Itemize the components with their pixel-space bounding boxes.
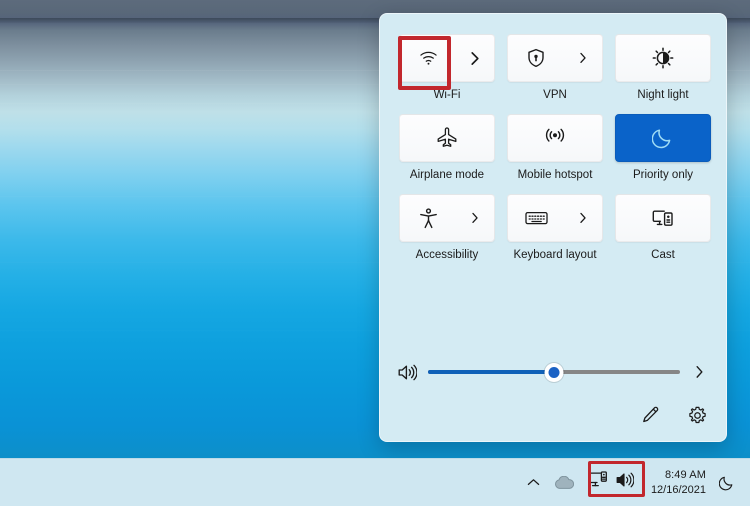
cloud-icon[interactable] [547,468,581,498]
quick-tile-keyboard-layout[interactable]: Keyboard layout [507,194,603,262]
taskbar: 8:49 AM 12/16/2021 [0,458,750,506]
volume-slider[interactable] [428,362,680,382]
quick-tile-mobile-hotspot-button[interactable] [507,114,603,162]
quick-tile-mobile-hotspot[interactable]: Mobile hotspot [507,114,603,182]
cast-icon [652,208,674,228]
quick-settings-tile-grid: Wi-Fi VPN Night light Airplane mode Mobi… [380,14,726,274]
quick-tile-label: Priority only [632,169,694,181]
wifi-chevron-right-icon[interactable] [456,51,494,66]
quick-tile-wifi-button[interactable] [399,34,495,82]
quick-tile-cast-button[interactable] [615,194,711,242]
volume-slider-thumb[interactable] [544,362,564,382]
quick-settings-footer [380,389,726,441]
speaker-volume-icon[interactable] [616,472,635,493]
quick-tile-vpn-button[interactable] [507,34,603,82]
quick-tile-priority-only[interactable]: Priority only [615,114,711,182]
quick-tile-wifi[interactable]: Wi-Fi [399,34,495,102]
taskbar-tray-group[interactable] [581,467,641,498]
quick-tile-label: Keyboard layout [513,249,597,261]
volume-slider-fill [428,370,554,374]
moon-icon [652,127,674,149]
accessibility-icon [400,207,456,229]
quick-tile-accessibility[interactable]: Accessibility [399,194,495,262]
quick-tile-label: Night light [637,89,689,101]
airplane-icon [436,127,458,149]
speaker-volume-icon[interactable] [398,364,424,381]
quick-tile-airplane-mode[interactable]: Airplane mode [399,114,495,182]
system-tray: 8:49 AM 12/16/2021 [520,459,750,506]
network-monitor-icon[interactable] [588,471,608,494]
pencil-edit-icon[interactable] [636,400,666,430]
keyboard-chevron-right-icon[interactable] [564,212,602,224]
wifi-icon [400,50,456,66]
clock-time: 8:49 AM [664,468,706,481]
gear-settings-icon[interactable] [682,400,712,430]
volume-chevron-right-icon[interactable] [688,365,710,379]
chevron-up-icon[interactable] [520,468,547,498]
moon-dnd-icon[interactable] [712,468,742,498]
keyboard-icon [508,210,564,226]
hotspot-antenna-icon [544,128,566,148]
quick-tile-label: VPN [543,89,567,101]
clock-date: 12/16/2021 [650,483,706,496]
quick-tile-night-light[interactable]: Night light [615,34,711,102]
quick-tile-accessibility-button[interactable] [399,194,495,242]
shield-vpn-icon [508,48,564,68]
quick-tile-keyboard-layout-button[interactable] [507,194,603,242]
quick-tile-cast[interactable]: Cast [615,194,711,262]
brightness-sun-icon [652,47,674,69]
quick-tile-vpn[interactable]: VPN [507,34,603,102]
quick-tile-label: Wi-Fi [433,89,461,101]
quick-settings-panel: Wi-Fi VPN Night light Airplane mode Mobi… [379,13,727,442]
vpn-chevron-right-icon[interactable] [564,52,602,64]
quick-tile-label: Cast [651,249,675,261]
volume-slider-row [380,354,726,390]
quick-tile-label: Accessibility [415,249,479,261]
quick-tile-airplane-mode-button[interactable] [399,114,495,162]
quick-tile-label: Airplane mode [409,169,485,181]
quick-tile-night-light-button[interactable] [615,34,711,82]
quick-tile-priority-only-button[interactable] [615,114,711,162]
accessibility-chevron-right-icon[interactable] [456,212,494,224]
quick-tile-label: Mobile hotspot [517,169,593,181]
taskbar-clock[interactable]: 8:49 AM 12/16/2021 [641,468,712,498]
